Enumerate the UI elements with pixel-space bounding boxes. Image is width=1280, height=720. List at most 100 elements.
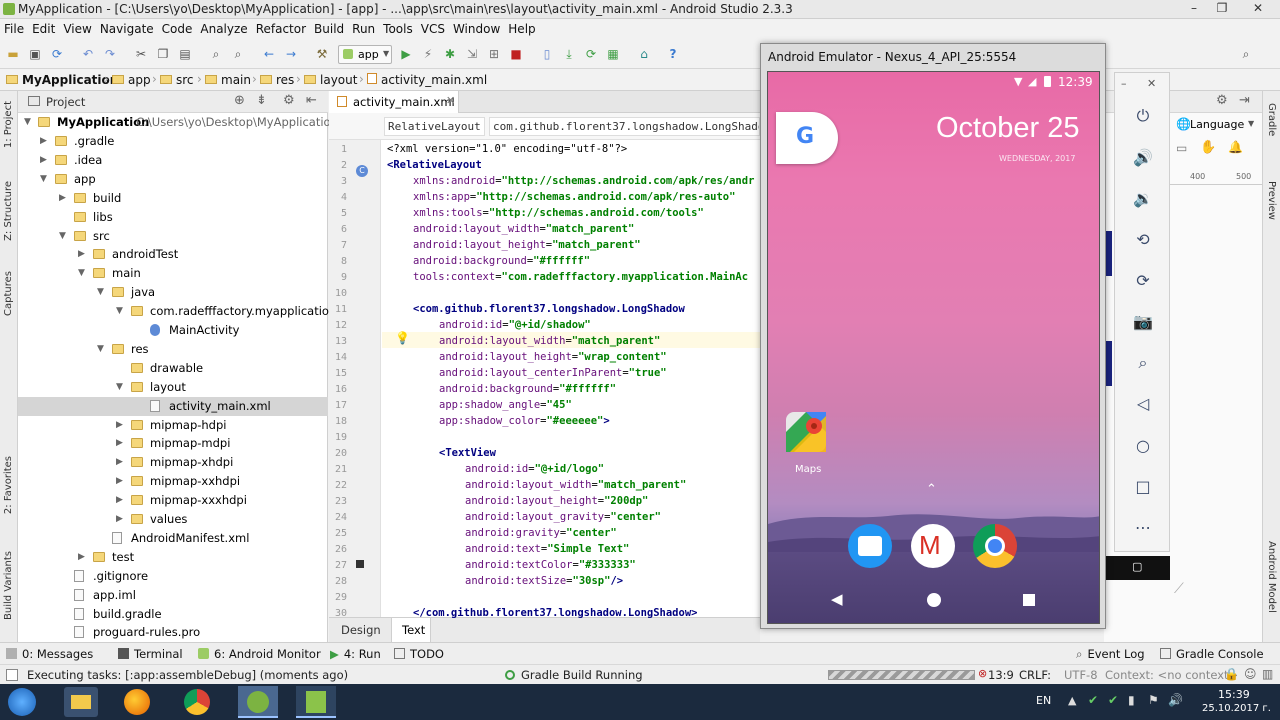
breadcrumb-root[interactable]: MyApplication (6, 73, 118, 87)
tool-window-android-model[interactable]: Android Model (1266, 541, 1277, 613)
tree-item[interactable]: ▼ app (18, 170, 328, 189)
menu-vcs[interactable]: VCS (417, 19, 449, 39)
tree-item[interactable]: .gitignore (18, 567, 328, 586)
undo-icon[interactable]: ↶ (80, 46, 96, 62)
resize-handle-icon[interactable]: ⟋ (1174, 581, 1184, 597)
todo-tool-button[interactable]: TODO (394, 647, 444, 661)
code-line[interactable]: android:background="#ffffff" (413, 255, 590, 267)
taskbar-explorer[interactable] (64, 687, 98, 717)
zoom-icon[interactable]: ⌕ (1132, 352, 1154, 374)
back-icon[interactable]: ◁ (1132, 393, 1154, 415)
hide-panel-icon[interactable]: ⇥ (1239, 93, 1250, 108)
tree-item[interactable]: ▶ .gradle (18, 132, 328, 151)
tree-item[interactable]: ▼ java (18, 283, 328, 302)
gradle-console-tool-button[interactable]: Gradle Console (1160, 647, 1264, 661)
taskbar-chrome[interactable] (180, 687, 214, 717)
menu-window[interactable]: Window (449, 19, 504, 39)
code-line[interactable]: android:text="Simple Text" (465, 543, 629, 555)
code-line[interactable]: <RelativeLayout (387, 159, 482, 171)
replace-icon[interactable]: ⌕ (230, 46, 246, 62)
volume-up-icon[interactable]: 🔊 (1132, 147, 1154, 169)
taskbar-emulator[interactable] (296, 686, 336, 718)
clock-time[interactable]: 15:39 (1218, 688, 1250, 701)
tool-window-favorites[interactable]: 2: Favorites (3, 456, 14, 514)
open-folder-icon[interactable]: ▬ (5, 46, 21, 62)
volume-icon[interactable]: 🔊 (1168, 693, 1183, 707)
taskbar-android-studio[interactable] (238, 686, 278, 718)
menu-refactor[interactable]: Refactor (252, 19, 310, 39)
chevron-right-icon[interactable]: ▶ (40, 132, 47, 151)
menu-code[interactable]: Code (158, 19, 197, 39)
tree-item[interactable]: ▶ mipmap-xhdpi (18, 453, 328, 472)
breadcrumb-layout[interactable]: layout (304, 73, 357, 87)
chevron-down-icon[interactable]: ▼ (78, 264, 85, 283)
nav-home-icon[interactable] (927, 593, 941, 607)
code-line[interactable]: android:textSize="30sp"/> (465, 575, 623, 587)
tool-window-project[interactable]: 1: Project (3, 101, 14, 148)
square-icon[interactable]: ▢ (1132, 560, 1142, 573)
tree-item[interactable]: ▶ test (18, 548, 328, 567)
tray-app-icon[interactable]: ✔ (1088, 693, 1098, 707)
tree-item[interactable]: ▼ res (18, 340, 328, 359)
redo-icon[interactable]: ↷ (102, 46, 118, 62)
android-device-monitor-icon[interactable]: ⌂ (636, 46, 652, 62)
event-icon[interactable]: ▥ (1262, 667, 1273, 681)
lightbulb-icon[interactable]: 💡 (395, 331, 410, 345)
breadcrumb-src[interactable]: src (160, 73, 194, 87)
tree-root[interactable]: ▼ MyApplication C:\Users\yo\Desktop\MyAp… (18, 113, 338, 132)
gear-icon[interactable]: ⚙ (1216, 93, 1228, 108)
home-icon[interactable]: ○ (1132, 435, 1154, 457)
tab-text[interactable]: Text (402, 623, 425, 637)
code-line[interactable]: xmlns:tools="http://schemas.android.com/… (413, 207, 704, 219)
code-line[interactable]: android:layout_width="match_parent" (413, 223, 634, 235)
gmail-app-icon[interactable]: M (911, 524, 955, 568)
tree-item[interactable]: ▶ androidTest (18, 245, 328, 264)
run-tool-button[interactable]: ▶ 4: Run (330, 647, 381, 661)
collapse-all-icon[interactable]: ⇟ (256, 93, 267, 108)
line-separator[interactable]: CRLF: (1019, 668, 1051, 682)
tree-item[interactable]: ▼ com.radefffactory.myapplication (18, 302, 336, 321)
chevron-right-icon[interactable]: ▶ (116, 510, 123, 529)
chevron-right-icon[interactable]: ▶ (59, 189, 66, 208)
notification-bell-icon[interactable]: 🔔 (1228, 140, 1243, 154)
menu-navigate[interactable]: Navigate (96, 19, 158, 39)
tray-app-icon[interactable]: ✔ (1108, 693, 1118, 707)
code-line[interactable]: xmlns:android="http://schemas.android.co… (413, 175, 754, 187)
more-icon[interactable]: ⋯ (1132, 517, 1154, 539)
chevron-down-icon[interactable]: ▼ (116, 302, 123, 321)
tree-item[interactable]: ▶ mipmap-hdpi (18, 416, 328, 435)
copy-icon[interactable]: ❐ (155, 46, 171, 62)
tray-arrow-icon[interactable]: ▲ (1068, 694, 1076, 707)
event-log-tool-button[interactable]: ⌕ Event Log (1076, 647, 1145, 662)
close-emulator-icon[interactable]: ✕ (1147, 77, 1156, 90)
paste-icon[interactable]: ▤ (177, 46, 193, 62)
tree-item[interactable]: activity_main.xml (18, 396, 328, 416)
chevron-right-icon[interactable]: ▶ (116, 472, 123, 491)
sdk-manager-icon[interactable]: ⤓ (561, 46, 577, 62)
editor-tab-activity-main[interactable]: activity_main.xml ✕ (329, 91, 459, 113)
run-config-select[interactable]: app ▼ (338, 45, 392, 64)
code-line[interactable]: android:layout_height="match_parent" (413, 239, 641, 251)
breadcrumb-file[interactable]: activity_main.xml (367, 73, 487, 87)
terminal-tool-button[interactable]: Terminal (118, 647, 183, 661)
tool-window-captures[interactable]: Captures (3, 271, 14, 316)
gear-icon[interactable]: ⚙ (283, 93, 295, 108)
search-everywhere-icon[interactable]: ⌕ (1238, 46, 1254, 62)
tree-item[interactable]: MainActivity (18, 321, 328, 340)
volume-down-icon[interactable]: 🔉 (1132, 188, 1154, 210)
code-line[interactable]: <TextView (439, 447, 496, 459)
code-line[interactable]: </com.github.florent37.longshadow.LongSh… (413, 607, 697, 619)
home-date[interactable]: October 25 (936, 112, 1079, 145)
cancel-task-icon[interactable]: ⊗ (978, 667, 987, 680)
tool-window-structure[interactable]: Z: Structure (3, 181, 14, 241)
chevron-right-icon[interactable]: ▶ (116, 434, 123, 453)
chevron-down-icon[interactable]: ▼ (97, 283, 104, 302)
app-drawer-arrow-icon[interactable]: ⌃ (926, 482, 937, 497)
avd-manager-icon[interactable]: ▯ (539, 46, 555, 62)
chrome-app-icon[interactable] (973, 524, 1017, 568)
clock-date[interactable]: 25.10.2017 г. (1202, 703, 1271, 714)
class-gutter-icon[interactable]: C (356, 165, 368, 177)
tree-item[interactable]: ▼ main (18, 264, 328, 283)
menu-build[interactable]: Build (310, 19, 348, 39)
tree-item[interactable]: ▶ mipmap-xxhdpi (18, 472, 328, 491)
